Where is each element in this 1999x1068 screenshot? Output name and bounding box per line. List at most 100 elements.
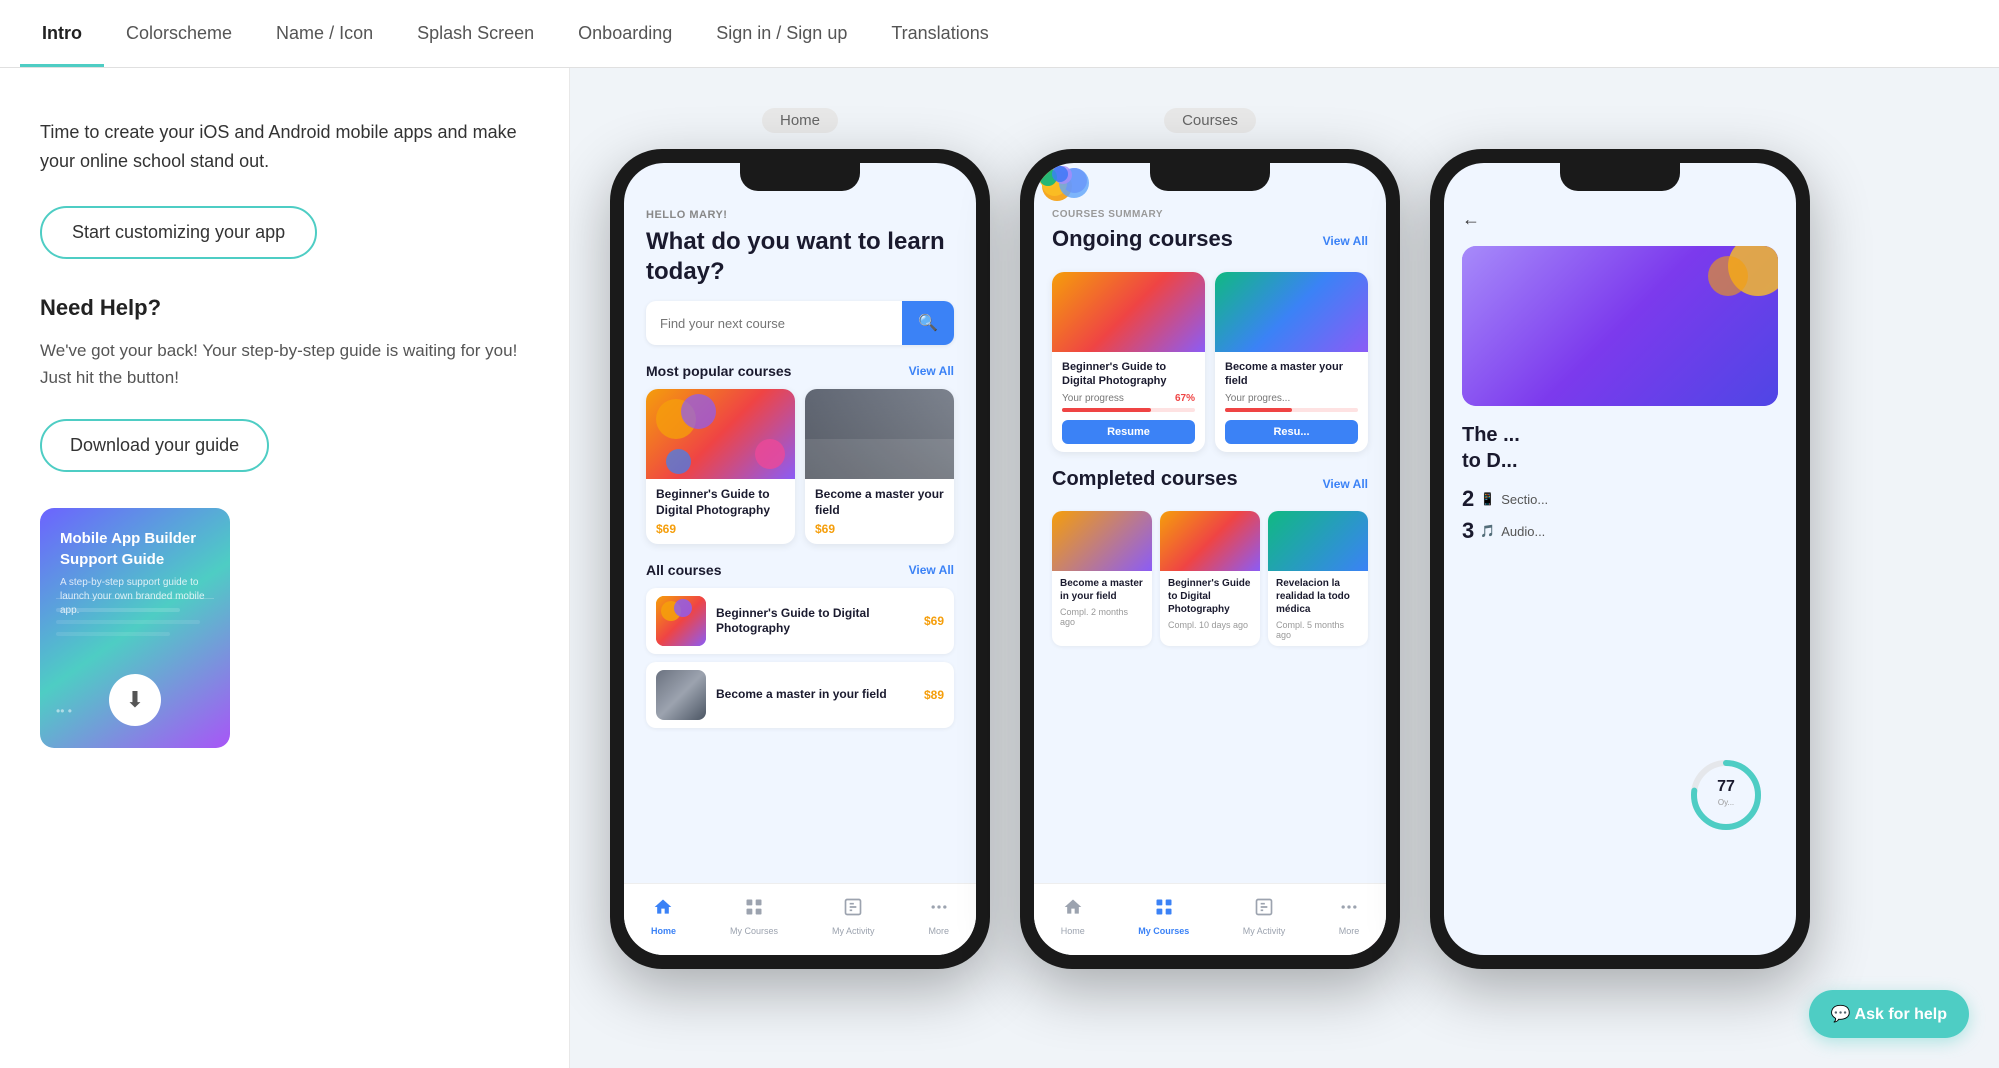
- phone-courses-screen: COURSES SUMMARY Ongoing courses View All: [1034, 163, 1386, 955]
- completed-cards: Become a master in your field Compl. 2 m…: [1052, 511, 1368, 646]
- popular-course-1-name: Beginner's Guide to Digital Photography: [656, 487, 785, 518]
- all-course-1-name: Beginner's Guide to Digital Photography: [716, 606, 924, 637]
- phone-third-frame: ← The ...to D... 2 📱: [1430, 149, 1810, 969]
- completed-view-all[interactable]: View All: [1323, 477, 1368, 491]
- all-courses-view-all[interactable]: View All: [909, 563, 954, 577]
- ongoing-card-2-img: [1215, 272, 1368, 352]
- courses-nav-activity[interactable]: My Activity: [1243, 897, 1286, 936]
- courses-nav-my-courses[interactable]: My Courses: [1138, 897, 1189, 936]
- completed-card-3-name: Revelacion la realidad la todo médica: [1276, 577, 1360, 616]
- tab-translations[interactable]: Translations: [869, 1, 1010, 66]
- completed-card-1[interactable]: Become a master in your field Compl. 2 m…: [1052, 511, 1152, 646]
- activity-icon: [843, 897, 863, 923]
- progress-row-1: Your progress 67%: [1062, 393, 1195, 404]
- download-guide-button[interactable]: Download your guide: [40, 419, 269, 472]
- popular-course-1-img: [646, 389, 795, 479]
- guide-download-icon[interactable]: ⬇: [109, 674, 161, 726]
- popular-course-1-price: $69: [656, 522, 785, 536]
- phone-home-screen: HELLO MARY! What do you want to learn to…: [624, 163, 976, 955]
- progress-bar-bg-2: [1225, 408, 1358, 412]
- stat-2-label: Audio...: [1501, 524, 1545, 539]
- course-stat-1: 2 📱 Sectio...: [1462, 486, 1778, 512]
- ongoing-card-1-img: [1052, 272, 1205, 352]
- popular-view-all[interactable]: View All: [909, 364, 954, 378]
- guide-card-title: Mobile App Builder Support Guide: [60, 528, 210, 570]
- popular-course-2-price: $69: [815, 522, 944, 536]
- ongoing-card-1[interactable]: Beginner's Guide to Digital Photography …: [1052, 272, 1205, 452]
- completed-card-2-date: Compl. 10 days ago: [1168, 620, 1252, 630]
- phone-home-label: Home: [762, 108, 838, 133]
- completed-card-3[interactable]: Revelacion la realidad la todo médica Co…: [1268, 511, 1368, 646]
- nav-home[interactable]: Home: [651, 897, 676, 936]
- all-course-2-name: Become a master in your field: [716, 687, 924, 703]
- tab-sign-in[interactable]: Sign in / Sign up: [694, 1, 869, 66]
- need-help-title: Need Help?: [40, 295, 529, 321]
- completed-card-2[interactable]: Beginner's Guide to Digital Photography …: [1160, 511, 1260, 646]
- main-layout: Time to create your iOS and Android mobi…: [0, 68, 1999, 1068]
- progress-bar-fill-1: [1062, 408, 1151, 412]
- popular-course-1[interactable]: Beginner's Guide to Digital Photography …: [646, 389, 795, 544]
- navigation-tabs: Intro Colorscheme Name / Icon Splash Scr…: [0, 0, 1999, 68]
- courses-nav-courses-icon: [1154, 897, 1174, 923]
- course-detail-img: [1462, 246, 1778, 406]
- home-bottom-nav: Home My Courses: [624, 883, 976, 955]
- customize-app-button[interactable]: Start customizing your app: [40, 206, 317, 259]
- guide-card[interactable]: Mobile App Builder Support Guide A step-…: [40, 508, 230, 748]
- tab-intro[interactable]: Intro: [20, 1, 104, 66]
- tab-splash-screen[interactable]: Splash Screen: [395, 1, 556, 66]
- courses-nav-home-label: Home: [1061, 926, 1085, 936]
- progress-row-2: Your progres...: [1225, 393, 1358, 404]
- nav-more[interactable]: More: [928, 897, 949, 936]
- nav-activity-label: My Activity: [832, 926, 875, 936]
- popular-course-2[interactable]: Become a master your field $69: [805, 389, 954, 544]
- ongoing-card-2-name: Become a master your field: [1225, 360, 1358, 389]
- all-course-2[interactable]: Become a master in your field $89: [646, 662, 954, 728]
- courses-nav-activity-icon: [1254, 897, 1274, 923]
- tab-name-icon[interactable]: Name / Icon: [254, 1, 395, 66]
- home-headline: What do you want to learn today?: [646, 227, 954, 287]
- ask-help-button[interactable]: 💬 Ask for help: [1809, 990, 1969, 1038]
- phones-area: Home HELLO MARY! What do you want to lea…: [570, 68, 1999, 1068]
- nav-activity[interactable]: My Activity: [832, 897, 875, 936]
- popular-course-1-body: Beginner's Guide to Digital Photography …: [646, 479, 795, 544]
- courses-nav-more[interactable]: More: [1339, 897, 1360, 936]
- completed-card-1-img: [1052, 511, 1152, 571]
- nav-my-courses[interactable]: My Courses: [730, 897, 778, 936]
- tab-colorscheme[interactable]: Colorscheme: [104, 1, 254, 66]
- home-screen-content: HELLO MARY! What do you want to learn to…: [624, 163, 976, 955]
- completed-card-3-img: [1268, 511, 1368, 571]
- search-bar[interactable]: 🔍: [646, 301, 954, 345]
- completed-card-1-date: Compl. 2 months ago: [1060, 607, 1144, 627]
- search-input[interactable]: [646, 304, 902, 343]
- course-detail-title: The ...to D...: [1462, 422, 1778, 474]
- ongoing-card-1-body: Beginner's Guide to Digital Photography …: [1052, 352, 1205, 452]
- completed-card-3-body: Revelacion la realidad la todo médica Co…: [1268, 571, 1368, 646]
- phone-third-screen: ← The ...to D... 2 📱: [1444, 163, 1796, 955]
- popular-title: Most popular courses: [646, 363, 791, 379]
- search-button[interactable]: 🔍: [902, 301, 954, 345]
- back-arrow[interactable]: ←: [1462, 209, 1778, 230]
- tab-onboarding[interactable]: Onboarding: [556, 1, 694, 66]
- popular-course-2-img: [805, 389, 954, 479]
- resume-btn-1[interactable]: Resume: [1062, 420, 1195, 444]
- completed-title: Completed courses: [1052, 468, 1238, 491]
- ongoing-view-all[interactable]: View All: [1323, 234, 1368, 248]
- courses-nav-more-icon: [1339, 897, 1359, 923]
- popular-courses-list: Beginner's Guide to Digital Photography …: [646, 389, 954, 544]
- ongoing-card-1-name: Beginner's Guide to Digital Photography: [1062, 360, 1195, 389]
- ongoing-card-2[interactable]: Become a master your field Your progres.…: [1215, 272, 1368, 452]
- ongoing-cards: Beginner's Guide to Digital Photography …: [1052, 272, 1368, 452]
- phone-notch-1: [740, 163, 860, 191]
- resume-btn-2[interactable]: Resu...: [1225, 420, 1358, 444]
- courses-nav-my-courses-label: My Courses: [1138, 926, 1189, 936]
- courses-nav-home[interactable]: Home: [1061, 897, 1085, 936]
- stat-1-label: Sectio...: [1501, 492, 1548, 507]
- all-course-1[interactable]: Beginner's Guide to Digital Photography …: [646, 588, 954, 654]
- progress-label-2: Your progres...: [1225, 393, 1290, 404]
- ongoing-section-header: Ongoing courses View All: [1052, 220, 1368, 262]
- progress-bar-fill-2: [1225, 408, 1292, 412]
- completed-card-2-name: Beginner's Guide to Digital Photography: [1168, 577, 1252, 616]
- all-course-2-price: $89: [924, 688, 944, 702]
- left-panel: Time to create your iOS and Android mobi…: [0, 68, 570, 1068]
- progress-bar-bg-1: [1062, 408, 1195, 412]
